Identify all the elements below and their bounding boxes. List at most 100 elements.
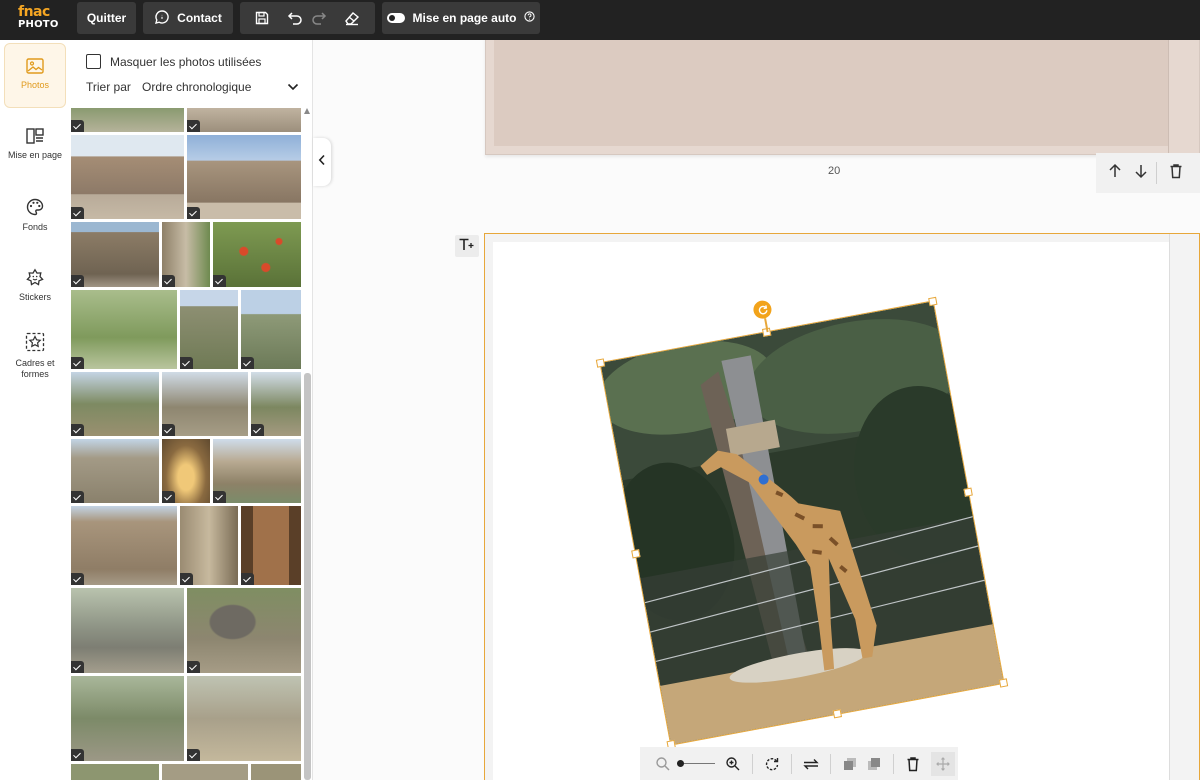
checkmark-icon [71,120,84,132]
move-page-up-icon[interactable] [1108,163,1122,184]
photo-panel: Masquer les photos utilisées Trier par O… [70,40,313,780]
auto-layout-toggle[interactable]: Mise en page auto [382,2,540,34]
photo-thumbnail[interactable] [71,222,159,287]
sticker-icon [26,268,44,286]
zoom-in-icon[interactable] [721,752,745,776]
rail-item-layout[interactable]: Mise en page [4,128,66,161]
photo-thumbnail[interactable] [71,372,159,436]
resize-handle-right[interactable] [963,487,973,497]
resize-handle-bottom[interactable] [832,709,843,719]
photo-thumbnail[interactable] [71,108,184,132]
fnac-photo-logo[interactable]: fnac PHOTO [18,5,60,35]
photo-thumbnail[interactable] [213,222,301,287]
photo-thumbnail[interactable] [251,372,301,436]
photo-thumbnail[interactable] [162,764,248,780]
checkmark-icon [241,357,254,369]
checkmark-icon [162,491,175,503]
photo-thumbnail[interactable] [162,439,210,503]
checkmark-icon [251,424,264,436]
rail-item-stickers[interactable]: Stickers [4,268,66,303]
toggle-switch-icon[interactable] [387,13,406,23]
send-backward-icon[interactable] [862,752,886,776]
redo-icon[interactable] [307,5,333,31]
logo-brand-bottom: PHOTO [18,19,59,30]
photo-thumbnail[interactable] [213,439,301,503]
checkmark-icon [213,491,226,503]
bring-forward-icon[interactable] [838,752,862,776]
page-toolbar [1096,153,1200,193]
checkmark-icon [71,424,84,436]
rail-item-frames-shapes[interactable]: Cadres et formes [4,332,66,380]
auto-layout-label: Mise en page auto [412,11,517,25]
photo-thumbnail[interactable] [187,108,301,132]
delete-page-icon[interactable] [1169,163,1183,184]
toolbar-divider [791,753,792,774]
page-number: 20 [828,165,841,177]
checkmark-icon [180,357,193,369]
photo-thumbnail[interactable] [71,676,184,761]
quit-label: Quitter [86,11,127,25]
scroll-up-arrow-icon[interactable] [304,108,310,114]
photo-thumbnail[interactable] [241,290,301,369]
selected-photo[interactable] [595,296,1009,750]
move-icon[interactable] [931,751,955,776]
zoom-out-icon[interactable] [651,752,675,776]
rail-label-photos: Photos [20,80,50,90]
zoom-slider-knob[interactable] [676,760,684,767]
hide-used-checkbox[interactable] [86,54,101,69]
giraffe-photo [600,301,1004,745]
chevron-left-icon [318,153,326,171]
quit-button[interactable]: Quitter [77,2,136,34]
info-icon[interactable] [523,11,535,25]
save-icon[interactable] [249,5,275,31]
photo-thumbnail[interactable] [71,290,177,369]
photo-thumbnail[interactable] [71,506,177,585]
sort-select[interactable]: Trier par Ordre chronologique [86,80,299,94]
rotate-icon[interactable] [760,752,784,776]
image-icon [26,58,44,74]
rail-item-photos[interactable]: Photos [4,43,66,108]
sort-label: Trier par [86,80,131,94]
resize-handle-top-right[interactable] [928,296,938,307]
photo-thumbnail[interactable] [180,290,238,369]
undo-icon[interactable] [281,5,307,31]
eraser-icon[interactable] [339,5,365,31]
toolbar-divider [752,753,753,774]
photo-thumbnail[interactable] [187,135,301,219]
photo-thumbnail[interactable] [71,439,159,503]
rail-item-backgrounds[interactable]: Fonds [4,198,66,233]
photo-thumbnail[interactable] [251,764,301,780]
rail-label-layout: Mise en page [7,150,63,160]
album-page-previous[interactable] [485,40,1200,155]
collapse-panel-button[interactable] [313,138,331,186]
frames-icon [25,332,45,352]
tool-rail: Photos Mise en page Fonds Stickers Cadre… [0,40,70,780]
checkmark-icon [71,207,84,219]
zoom-slider[interactable] [676,759,715,769]
photo-thumbnail[interactable] [71,588,184,673]
add-text-button[interactable] [455,235,479,257]
toolbar-divider [830,753,831,774]
hide-used-photos-option[interactable]: Masquer les photos utilisées [86,54,261,69]
sort-value: Ordre chronologique [142,80,252,94]
checkmark-icon [71,275,84,287]
swap-icon[interactable] [799,752,823,776]
photo-thumbnail[interactable] [187,588,301,673]
move-page-down-icon[interactable] [1134,163,1148,184]
delete-photo-icon[interactable] [901,752,925,776]
photo-thumbnail[interactable] [162,222,210,287]
resize-handle-left[interactable] [631,549,641,559]
resize-handle-bottom-right[interactable] [998,678,1009,688]
checkmark-icon [71,573,84,585]
resize-handle-top-left[interactable] [595,358,606,368]
photo-thumbnail[interactable] [162,372,248,436]
photo-thumbnail[interactable] [71,764,159,780]
scroll-thumb[interactable] [304,373,311,780]
photo-thumbnail[interactable] [180,506,238,585]
photo-thumbnail[interactable] [71,135,184,219]
page-background [494,40,1169,146]
photo-thumbnail[interactable] [241,506,301,585]
contact-button[interactable]: Contact [143,2,233,34]
photo-thumbnail[interactable] [187,676,301,761]
photo-panel-scrollbar[interactable] [304,108,311,780]
